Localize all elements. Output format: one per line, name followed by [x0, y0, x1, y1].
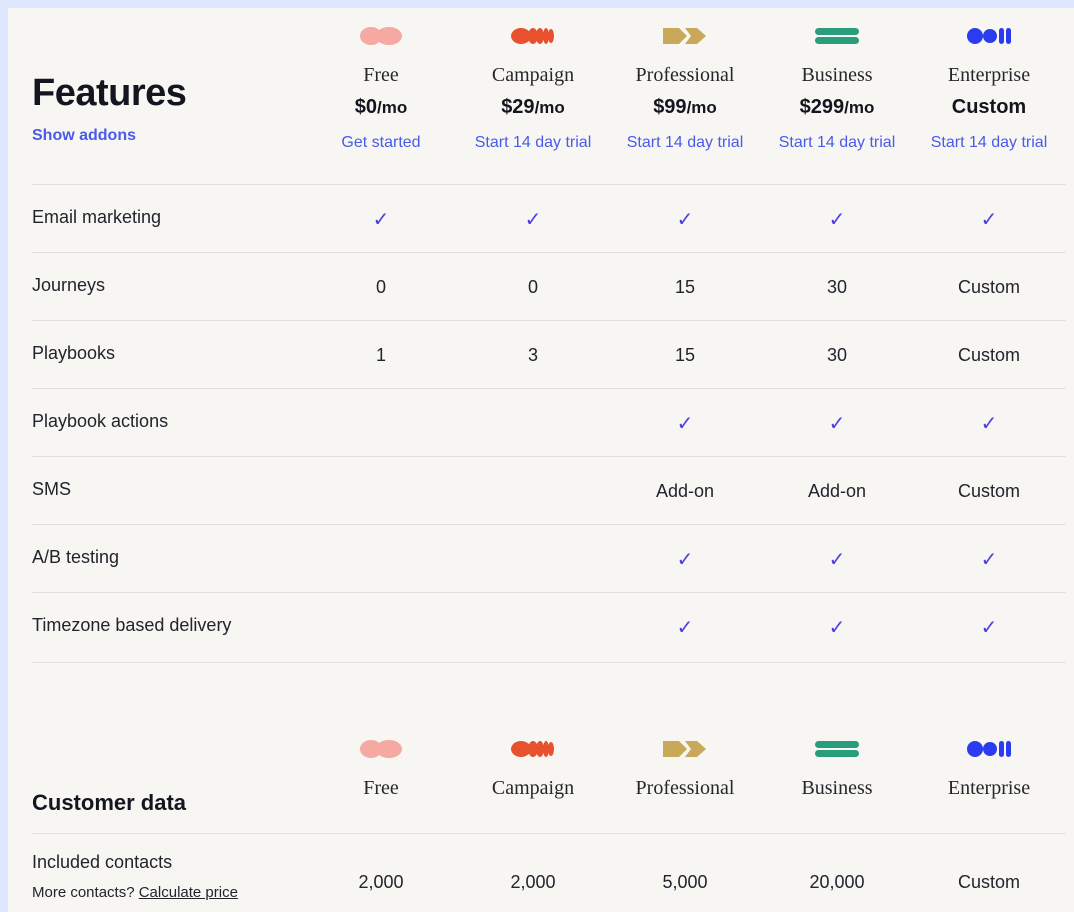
plan-column-enterprise: Enterprise Custom Start 14 day trial — [913, 8, 1065, 184]
check-icon: ✓ — [980, 617, 998, 639]
professional-arrows-icon — [663, 741, 706, 757]
plan-column-professional: Professional $99/mo Start 14 day trial — [609, 8, 761, 184]
check-icon: ✓ — [372, 209, 390, 231]
free-pill-icon — [360, 740, 402, 758]
check-icon: ✓ — [676, 617, 694, 639]
plan-column-free: Free — [305, 740, 457, 800]
table-row: Playbook actions ✓ ✓ ✓ — [32, 388, 1066, 457]
table-row: Email marketing ✓ ✓ ✓ ✓ ✓ — [32, 184, 1066, 253]
pricing-panel: Features Show addons Free $0/mo Get star… — [8, 8, 1074, 912]
start-trial-link[interactable]: Start 14 day trial — [609, 134, 761, 152]
cell-enterprise: Custom — [957, 277, 1020, 297]
cell-professional: Add-on — [655, 481, 715, 501]
row-label: Playbooks — [32, 343, 116, 363]
plan-column-free: Free $0/mo Get started — [305, 8, 457, 184]
plan-name: Business — [801, 777, 873, 799]
cell-enterprise: Custom — [957, 481, 1020, 501]
plan-price: Custom — [951, 96, 1027, 118]
free-pill-icon — [360, 27, 402, 45]
row-label: Email marketing — [32, 207, 162, 227]
plan-column-enterprise: Enterprise — [913, 740, 1065, 800]
plan-price: $299/mo — [799, 96, 875, 118]
plan-column-professional: Professional — [609, 740, 761, 800]
cell-business: 30 — [826, 277, 848, 297]
cell-campaign: 3 — [527, 345, 538, 365]
row-label: Timezone based delivery — [32, 615, 232, 635]
cell-free: 0 — [375, 277, 386, 297]
cell-free: 1 — [375, 345, 386, 365]
cell-business: 30 — [826, 345, 848, 365]
plan-name: Professional — [635, 777, 735, 799]
campaign-dots-icon — [511, 741, 554, 757]
row-label: A/B testing — [32, 547, 120, 567]
plan-name: Campaign — [491, 777, 575, 799]
enterprise-dots-icon — [967, 28, 1011, 44]
plan-column-campaign: Campaign $29/mo Start 14 day trial — [457, 8, 609, 184]
check-icon: ✓ — [676, 209, 694, 231]
check-icon: ✓ — [980, 549, 998, 571]
check-icon: ✓ — [828, 617, 846, 639]
plan-name: Free — [363, 64, 399, 86]
table-row-included-contacts: Included contacts More contacts? Calcula… — [32, 833, 1066, 912]
check-icon: ✓ — [828, 413, 846, 435]
row-label: Journeys — [32, 275, 106, 295]
plan-price: $29/mo — [501, 96, 565, 118]
plan-name: Enterprise — [947, 64, 1031, 86]
row-label: Playbook actions — [32, 411, 169, 431]
plan-name: Free — [363, 777, 399, 799]
plan-column-campaign: Campaign — [457, 740, 609, 800]
check-icon: ✓ — [524, 209, 542, 231]
business-lines-icon — [815, 741, 859, 757]
features-title: Features — [32, 72, 187, 114]
campaign-dots-icon — [511, 28, 554, 44]
table-divider — [32, 662, 1066, 663]
cell-enterprise: Custom — [957, 872, 1020, 892]
cell-enterprise: Custom — [957, 345, 1020, 365]
check-icon: ✓ — [676, 549, 694, 571]
plan-name: Business — [801, 64, 873, 86]
get-started-link[interactable]: Get started — [305, 134, 457, 152]
cell-professional: 15 — [674, 277, 696, 297]
cell-business: 20,000 — [809, 872, 865, 892]
plan-price: $0/mo — [354, 96, 408, 118]
business-lines-icon — [815, 28, 859, 44]
cell-business: Add-on — [807, 481, 867, 501]
enterprise-dots-icon — [967, 741, 1011, 757]
cell-campaign: 2,000 — [510, 872, 556, 892]
check-icon: ✓ — [676, 413, 694, 435]
plan-name: Enterprise — [947, 777, 1031, 799]
start-trial-link[interactable]: Start 14 day trial — [761, 134, 913, 152]
cell-professional: 15 — [674, 345, 696, 365]
plan-price: $99/mo — [653, 96, 717, 118]
plan-name: Professional — [635, 64, 735, 86]
cell-free: 2,000 — [358, 872, 404, 892]
table-row: Timezone based delivery ✓ ✓ ✓ — [32, 592, 1066, 661]
check-icon: ✓ — [980, 413, 998, 435]
table-row: A/B testing ✓ ✓ ✓ — [32, 524, 1066, 593]
check-icon: ✓ — [828, 209, 846, 231]
row-label: SMS — [32, 479, 72, 499]
plan-column-business: Business — [761, 740, 913, 800]
plan-name: Campaign — [491, 64, 575, 86]
customer-data-title: Customer data — [32, 790, 187, 815]
start-trial-link[interactable]: Start 14 day trial — [457, 134, 609, 152]
more-contacts-text: More contacts? Calculate price — [32, 884, 238, 901]
show-addons-link[interactable]: Show addons — [32, 127, 136, 145]
features-header: Features Show addons Free $0/mo Get star… — [8, 8, 1074, 184]
check-icon: ✓ — [980, 209, 998, 231]
table-row: Playbooks 1 3 15 30 Custom — [32, 320, 1066, 389]
table-row: SMS Add-on Add-on Custom — [32, 456, 1066, 525]
calculate-price-link[interactable]: Calculate price — [139, 884, 238, 901]
start-trial-link[interactable]: Start 14 day trial — [913, 134, 1065, 152]
table-row: Journeys 0 0 15 30 Custom — [32, 252, 1066, 321]
check-icon: ✓ — [828, 549, 846, 571]
cell-campaign: 0 — [527, 277, 538, 297]
cell-professional: 5,000 — [662, 872, 708, 892]
professional-arrows-icon — [663, 28, 706, 44]
row-label: Included contacts — [32, 852, 173, 872]
plan-column-business: Business $299/mo Start 14 day trial — [761, 8, 913, 184]
